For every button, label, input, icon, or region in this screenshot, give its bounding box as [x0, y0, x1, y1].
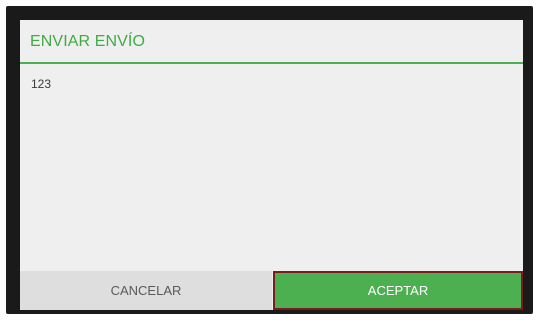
dialog-title: ENVIAR ENVÍO [30, 33, 146, 50]
dialog-title-bar: ENVIAR ENVÍO [20, 20, 523, 64]
cancel-button[interactable]: CANCELAR [20, 271, 272, 310]
accept-button[interactable]: ACEPTAR [273, 271, 523, 310]
dialog-message: 123 [31, 77, 52, 91]
send-dialog: ENVIAR ENVÍO 123 CANCELAR ACEPTAR [20, 20, 523, 310]
dialog-button-bar: CANCELAR ACEPTAR [20, 271, 523, 310]
